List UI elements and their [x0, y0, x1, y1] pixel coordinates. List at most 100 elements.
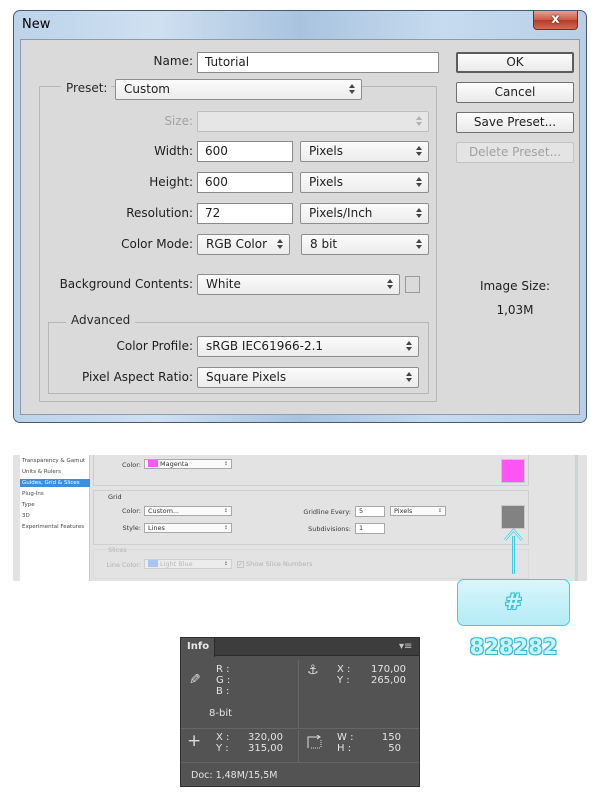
select-arrows-icon — [406, 372, 412, 383]
select-arrows-icon — [277, 239, 283, 250]
preferences-sidebar: Transparency & Gamut Units & Rulers Guid… — [20, 455, 90, 581]
info-divider-vertical — [298, 660, 299, 728]
delete-preset-button: Delete Preset... — [456, 142, 574, 163]
anchor-x-value: 170,00 — [371, 664, 406, 675]
title-bar[interactable]: New x — [14, 11, 586, 39]
resolution-input[interactable]: 72 — [197, 203, 293, 224]
resolution-label: Resolution: — [126, 206, 193, 220]
bit-depth-value: 8 bit — [310, 237, 338, 251]
sidebar-item-3d[interactable]: 3D — [22, 513, 30, 519]
tab-info[interactable]: Info — [181, 638, 215, 657]
select-arrows-icon — [416, 239, 422, 250]
select-arrows-icon — [387, 279, 393, 290]
color-hex-callout: # 828282 — [457, 579, 570, 659]
preset-label: Preset: — [61, 81, 112, 95]
grid-color-swatch[interactable] — [501, 505, 525, 529]
ok-button[interactable]: OK — [456, 52, 574, 73]
h-label: H : — [337, 743, 352, 754]
grid-title: Grid — [108, 493, 122, 501]
gridline-every-input[interactable]: 5 — [355, 506, 385, 517]
close-button[interactable]: x — [533, 11, 578, 30]
width-unit-select[interactable]: Pixels — [300, 141, 429, 162]
sidebar-item-experimental[interactable]: Experimental Features — [22, 524, 84, 530]
anchor-icon: ⚓ — [307, 663, 319, 678]
bit-depth-select[interactable]: 8 bit — [301, 234, 429, 255]
select-arrows-icon — [416, 116, 422, 127]
width-label: Width: — [154, 144, 193, 158]
new-document-dialog: New x Name: Tutorial Preset: Custom Size… — [13, 10, 587, 423]
anchor-y-value: 265,00 — [371, 675, 406, 686]
background-color-swatch[interactable] — [405, 276, 420, 293]
slice-line-color-value: Light Blue — [160, 560, 193, 568]
panel-menu-icon[interactable]: ▾≡ — [399, 641, 412, 652]
info-panel: Info ▾≡ ✎ R : G : B : 8-bit ⚓ X : Y : 17… — [180, 637, 420, 787]
cancel-button[interactable]: Cancel — [456, 82, 574, 103]
preset-value: Custom — [124, 82, 170, 96]
w-label: W : — [337, 732, 354, 743]
info-bit-depth: 8-bit — [209, 708, 233, 719]
dialog-body: Name: Tutorial Preset: Custom Size: Widt… — [20, 39, 580, 415]
scrollbar-edge — [575, 455, 578, 581]
resolution-unit-select[interactable]: Pixels/Inch — [300, 203, 429, 224]
info-divider-vertical-lower — [298, 730, 299, 762]
crosshair-icon: + — [187, 731, 202, 751]
advanced-label: Advanced — [66, 313, 136, 327]
sidebar-item-plugins[interactable]: Plug-Ins — [22, 491, 44, 497]
color-profile-select[interactable]: sRGB IEC61966-2.1 — [197, 336, 419, 357]
image-size-value: 1,03M — [496, 303, 534, 317]
grid-color-label: Color: — [121, 507, 141, 515]
slice-line-color-select: Light Blue — [144, 559, 232, 569]
background-select[interactable]: White — [197, 274, 400, 295]
grid-style-select[interactable]: Lines — [144, 523, 232, 533]
info-r-label: R : — [216, 664, 230, 675]
guides-color-swatch[interactable] — [501, 459, 525, 483]
gridline-unit-select[interactable]: Pixels — [390, 506, 446, 516]
subdivisions-label: Subdivisions: — [308, 525, 351, 533]
callout-arrow-up-icon — [504, 528, 523, 541]
height-unit-select[interactable]: Pixels — [300, 172, 429, 193]
info-tab-bar: Info ▾≡ — [181, 638, 419, 657]
eyedropper-icon: ✎ — [189, 672, 201, 688]
doc-size-readout: Doc: 1,48M/15,5M — [191, 770, 278, 781]
checkbox-check-icon: ✓ — [237, 561, 244, 568]
sidebar-item-guides-grid-slices[interactable]: Guides, Grid & Slices — [20, 479, 90, 487]
height-input[interactable]: 600 — [197, 172, 293, 193]
gridline-every-label: Gridline Every: — [303, 508, 351, 516]
select-arrows-icon — [416, 146, 422, 157]
grid-color-select[interactable]: Custom... — [144, 506, 232, 516]
name-input[interactable]: Tutorial — [197, 52, 439, 73]
select-arrows-icon — [349, 84, 355, 95]
pixel-aspect-select[interactable]: Square Pixels — [197, 367, 419, 388]
show-slice-numbers-checkbox: ✓ Show Slice Numbers — [237, 560, 312, 568]
slice-line-color-label: Line Color: — [106, 561, 141, 569]
preset-select[interactable]: Custom — [115, 79, 362, 100]
background-value: White — [206, 277, 241, 291]
select-arrows-icon — [406, 341, 412, 352]
selection-size-icon — [307, 735, 322, 749]
slices-title: Slices — [108, 546, 127, 554]
subdivisions-input[interactable]: 1 — [355, 523, 385, 534]
size-select — [197, 111, 429, 132]
color-profile-label: Color Profile: — [116, 339, 194, 353]
height-label: Height: — [149, 175, 193, 189]
preferences-panel: Transparency & Gamut Units & Rulers Guid… — [13, 455, 587, 581]
width-unit-value: Pixels — [309, 144, 344, 158]
width-input[interactable]: 600 — [197, 141, 293, 162]
color-profile-value: sRGB IEC61966-2.1 — [206, 339, 324, 353]
cursor-x-label: X : — [216, 732, 230, 743]
magenta-chip — [148, 460, 158, 467]
name-label: Name: — [153, 54, 193, 68]
grid-group — [93, 490, 529, 545]
sidebar-item-transparency[interactable]: Transparency & Gamut — [22, 458, 85, 464]
w-value: 150 — [381, 732, 401, 743]
color-mode-select[interactable]: RGB Color — [197, 234, 290, 255]
save-preset-button[interactable]: Save Preset... — [456, 112, 574, 133]
size-label: Size: — [164, 114, 193, 128]
anchor-y-label: Y : — [337, 675, 350, 686]
resolution-unit-value: Pixels/Inch — [309, 206, 373, 220]
sidebar-item-type[interactable]: Type — [22, 502, 35, 508]
sidebar-item-units[interactable]: Units & Rulers — [22, 469, 61, 475]
guides-color-select[interactable]: Magenta — [144, 459, 232, 469]
info-b-label: B : — [216, 686, 230, 697]
grid-style-label: Style: — [122, 524, 141, 532]
